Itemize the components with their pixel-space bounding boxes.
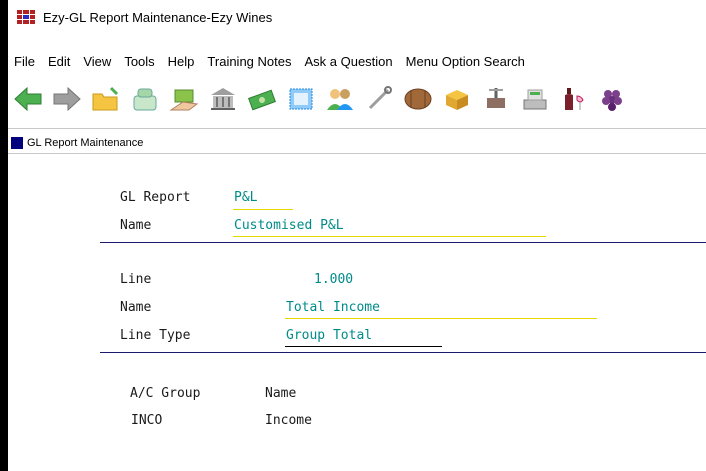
money-hand-icon[interactable] — [169, 84, 199, 114]
stamp-icon[interactable] — [286, 84, 316, 114]
panel-header-line — [8, 153, 706, 154]
report-name-label: Name — [120, 218, 152, 233]
report-name-underline — [233, 236, 546, 237]
line-name-label: Name — [120, 300, 152, 315]
panel-title: GL Report Maintenance — [27, 137, 144, 149]
people-icon[interactable] — [325, 84, 355, 114]
menu-view[interactable]: View — [83, 54, 111, 69]
line-number-field[interactable]: 1.000 — [314, 272, 353, 287]
col-header-name: Name — [265, 386, 297, 401]
menu-file[interactable]: File — [14, 54, 35, 69]
menu-tools[interactable]: Tools — [124, 54, 154, 69]
menu-edit[interactable]: Edit — [48, 54, 70, 69]
line-type-underline — [285, 346, 442, 347]
main-window: Ezy-GL Report Maintenance-Ezy Wines File… — [0, 0, 706, 471]
menu-option-search[interactable]: Menu Option Search — [406, 54, 525, 69]
panel-header: GL Report Maintenance — [8, 135, 706, 151]
window-title: Ezy-GL Report Maintenance-Ezy Wines — [43, 9, 273, 25]
window-left-border — [0, 0, 8, 471]
line-label: Line — [120, 272, 152, 287]
title-bar: Ezy-GL Report Maintenance-Ezy Wines — [8, 0, 706, 34]
line-name-underline — [285, 318, 597, 319]
gl-report-field[interactable]: P&L — [234, 190, 257, 205]
line-type-field[interactable]: Group Total — [286, 328, 372, 343]
table-row-name[interactable]: Income — [265, 413, 312, 428]
table-row-group[interactable]: INCO — [131, 413, 162, 428]
back-arrow-icon[interactable] — [13, 84, 43, 114]
line-type-label: Line Type — [120, 328, 191, 343]
menu-ask-a-question[interactable]: Ask a Question — [304, 54, 392, 69]
toolbar — [8, 74, 706, 124]
toolbar-separator — [8, 128, 706, 129]
wine-press-icon[interactable] — [481, 84, 511, 114]
wrench-icon[interactable] — [364, 84, 394, 114]
open-folder-icon[interactable] — [91, 84, 121, 114]
bank-building-icon[interactable] — [208, 84, 238, 114]
forward-arrow-icon[interactable] — [52, 84, 82, 114]
cash-notes-icon[interactable] — [247, 84, 277, 114]
menu-bar: File Edit View Tools Help Training Notes… — [8, 50, 706, 72]
phone-icon[interactable] — [130, 84, 160, 114]
report-name-field[interactable]: Customised P&L — [234, 218, 344, 233]
line-name-field[interactable]: Total Income — [286, 300, 380, 315]
menu-training-notes[interactable]: Training Notes — [207, 54, 291, 69]
col-header-ac-group: A/C Group — [130, 386, 201, 401]
register-icon[interactable] — [520, 84, 550, 114]
wine-bottle-icon[interactable] — [559, 84, 589, 114]
gl-report-underline — [233, 209, 293, 210]
app-icon — [17, 10, 35, 24]
section-divider-2 — [100, 352, 706, 353]
box-icon[interactable] — [442, 84, 472, 114]
menu-help[interactable]: Help — [168, 54, 195, 69]
panel-icon — [11, 137, 23, 149]
section-divider-1 — [100, 242, 706, 243]
gl-report-label: GL Report — [120, 190, 191, 205]
grapes-icon[interactable] — [598, 84, 628, 114]
barrel-icon[interactable] — [403, 84, 433, 114]
